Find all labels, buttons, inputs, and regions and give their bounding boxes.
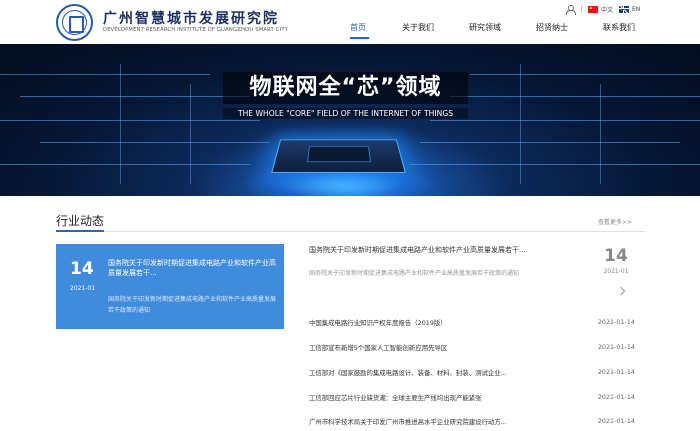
list-item[interactable]: 工信部回应芯片行业缺货潮：全球主要生产线均出现产能紧张 2021-01-14 bbox=[309, 393, 635, 403]
news-title[interactable]: 中国集成电路行业知识产权年度报告（2019版） bbox=[309, 318, 549, 327]
news-date: 2021-01-14 bbox=[597, 393, 635, 401]
news-date: 2021-01-14 bbox=[597, 368, 635, 376]
lang-en-link[interactable]: EN bbox=[619, 5, 641, 13]
list-item[interactable]: 工信部宣布新增5个国家人工智能创新应用先导区 2021-01-14 bbox=[309, 343, 635, 353]
nav-about[interactable]: 关于我们 bbox=[402, 22, 434, 33]
site-header: 广州智慧城市发展研究院 DEVELOPMENT RESEARCH INSTITU… bbox=[0, 0, 700, 44]
featured-year-month: 2021-01 bbox=[70, 285, 96, 292]
view-more-link[interactable]: 查看更多>> bbox=[598, 217, 632, 226]
featured-news-card[interactable]: 14 2021-01 国务院关于印发新时期促进集成电路产业和软件产业高质量发展若… bbox=[56, 244, 284, 329]
institute-logo-icon[interactable] bbox=[56, 4, 93, 41]
nav-home[interactable]: 首页 bbox=[350, 22, 366, 33]
logo-title-cn[interactable]: 广州智慧城市发展研究院 bbox=[103, 8, 279, 28]
hero-banner[interactable]: 物联网全“芯”领域 THE WHOLE "CORE" FIELD OF THE … bbox=[0, 44, 700, 196]
banner-title: 物联网全“芯”领域 bbox=[223, 72, 468, 104]
list-item[interactable]: 中国集成电路行业知识产权年度报告（2019版） 2021-01-14 bbox=[309, 318, 635, 328]
chip-core bbox=[306, 146, 372, 163]
list-item[interactable]: 工信部对《国家鼓励的集成电路设计、装备、材料、封装、测试企业... 2021-0… bbox=[309, 368, 635, 378]
news-title[interactable]: 工信部宣布新增5个国家人工智能创新应用先导区 bbox=[309, 343, 549, 352]
section-divider-accent bbox=[56, 230, 104, 232]
lang-cn-link[interactable]: 中文 bbox=[588, 5, 613, 14]
divider bbox=[581, 5, 582, 13]
china-flag-icon bbox=[588, 5, 598, 13]
top-news-item[interactable]: 国务院关于印发新时期促进集成电路产业和软件产业高质量发展若干... 国务院关于印… bbox=[309, 245, 597, 277]
featured-desc: 国务院关于印发新时期促进集成电路产业和软件产业高质量发展若干政策的通知 bbox=[108, 296, 277, 314]
lang-en-label: EN bbox=[632, 5, 641, 13]
section-title: 行业动态 bbox=[56, 214, 105, 228]
featured-day: 14 bbox=[70, 259, 94, 279]
logo-title-en: DEVELOPMENT RESEARCH INSTITUTE OF GUANGZ… bbox=[103, 27, 289, 33]
nav-active-underline bbox=[350, 37, 369, 39]
top-news-date: 14 2021-01 bbox=[598, 246, 634, 275]
top-news-desc: 国务院关于印发新时期促进集成电路产业和软件产业高质量发展若干政策的通知 bbox=[309, 270, 520, 277]
news-title[interactable]: 广州市科学技术局关于印发广州市推进高水平企业研究院建设行动方... bbox=[309, 417, 549, 426]
top-news-year-month: 2021-01 bbox=[603, 268, 629, 275]
top-news-title[interactable]: 国务院关于印发新时期促进集成电路产业和软件产业高质量发展若干... bbox=[309, 245, 597, 255]
top-news-day: 14 bbox=[604, 246, 628, 266]
nav-research[interactable]: 研究领域 bbox=[469, 22, 501, 33]
news-title[interactable]: 工信部回应芯片行业缺货潮：全球主要生产线均出现产能紧张 bbox=[309, 393, 549, 402]
news-date: 2021-01-14 bbox=[597, 318, 635, 326]
section-divider bbox=[56, 231, 645, 232]
list-item[interactable]: 广州市科学技术局关于印发广州市推进高水平企业研究院建设行动方... 2021-0… bbox=[309, 417, 635, 427]
user-icon[interactable] bbox=[566, 4, 576, 15]
banner-subtitle: THE WHOLE "CORE" FIELD OF THE INTERNET O… bbox=[223, 108, 468, 119]
utility-bar: 中文 EN bbox=[566, 4, 646, 15]
news-date: 2021-01-14 bbox=[597, 417, 635, 425]
nav-contact[interactable]: 联系我们 bbox=[603, 22, 635, 33]
news-title[interactable]: 工信部对《国家鼓励的集成电路设计、装备、材料、封装、测试企业... bbox=[309, 368, 549, 377]
news-date: 2021-01-14 bbox=[597, 343, 635, 351]
lang-cn-label: 中文 bbox=[601, 6, 614, 14]
uk-flag-icon bbox=[619, 5, 630, 13]
nav-careers[interactable]: 招贤纳士 bbox=[536, 22, 568, 33]
chevron-right-icon[interactable] bbox=[616, 286, 626, 296]
featured-title[interactable]: 国务院关于印发新时期促进集成电路产业和软件产业高质量发展若干... bbox=[108, 258, 278, 278]
